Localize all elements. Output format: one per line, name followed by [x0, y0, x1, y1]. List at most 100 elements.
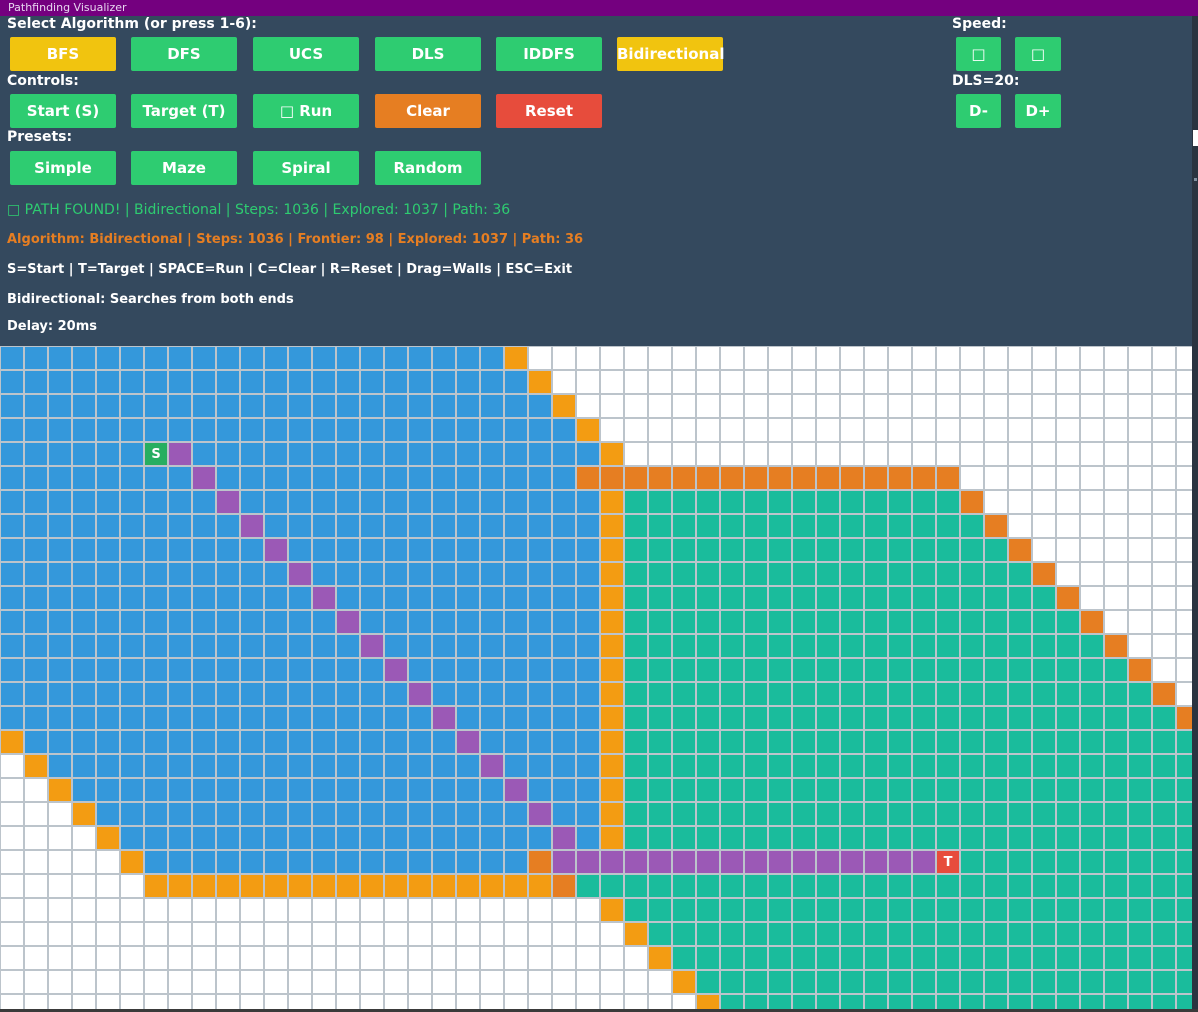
grid-cell-explored-start[interactable]	[265, 635, 287, 657]
grid-cell-explored-target[interactable]	[1129, 971, 1151, 993]
grid-cell-explored-target[interactable]	[1081, 971, 1103, 993]
grid-cell-explored-target[interactable]	[1105, 875, 1127, 897]
grid-cell-explored-target[interactable]	[697, 707, 719, 729]
grid-cell-explored-target[interactable]	[961, 635, 983, 657]
grid-cell-frontier-start[interactable]	[385, 875, 407, 897]
grid-cell-explored-target[interactable]	[865, 899, 887, 921]
grid-cell-explored-start[interactable]	[97, 539, 119, 561]
grid-cell-explored-start[interactable]	[73, 731, 95, 753]
grid-cell-explored-target[interactable]	[889, 875, 911, 897]
grid-cell-explored-target[interactable]	[865, 731, 887, 753]
grid-cell-empty[interactable]	[289, 995, 311, 1010]
grid-cell-explored-start[interactable]	[529, 707, 551, 729]
grid-cell-path[interactable]	[385, 659, 407, 681]
grid-cell-explored-start[interactable]	[289, 515, 311, 537]
grid-cell-empty[interactable]	[529, 947, 551, 969]
grid-cell-explored-target[interactable]	[793, 827, 815, 849]
grid-cell-explored-target[interactable]	[937, 827, 959, 849]
grid-cell-empty[interactable]	[1177, 539, 1192, 561]
grid-cell-explored-start[interactable]	[361, 851, 383, 873]
grid-cell-explored-start[interactable]	[433, 539, 455, 561]
grid-cell-explored-start[interactable]	[25, 467, 47, 489]
grid-cell-explored-start[interactable]	[385, 491, 407, 513]
grid-cell-explored-target[interactable]	[745, 611, 767, 633]
grid-cell-empty[interactable]	[409, 947, 431, 969]
grid-cell-explored-start[interactable]	[241, 683, 263, 705]
grid-cell-path[interactable]	[793, 851, 815, 873]
grid-cell-empty[interactable]	[241, 947, 263, 969]
grid-cell-empty[interactable]	[1105, 467, 1127, 489]
grid-cell-explored-target[interactable]	[625, 563, 647, 585]
grid-cell-empty[interactable]	[1057, 419, 1079, 441]
grid-cell-explored-target[interactable]	[769, 587, 791, 609]
grid-cell-explored-start[interactable]	[169, 755, 191, 777]
grid-cell-empty[interactable]	[1081, 467, 1103, 489]
grid-cell-explored-start[interactable]	[361, 419, 383, 441]
grid-cell-empty[interactable]	[529, 971, 551, 993]
grid-cell-explored-start[interactable]	[121, 467, 143, 489]
grid-cell-explored-start[interactable]	[49, 635, 71, 657]
grid-cell-empty[interactable]	[49, 851, 71, 873]
grid-cell-empty[interactable]	[25, 899, 47, 921]
grid-cell-frontier-start[interactable]	[697, 995, 719, 1010]
dls-increase-button[interactable]: D+	[1015, 94, 1061, 128]
grid-cell-explored-target[interactable]	[985, 899, 1007, 921]
grid-cell-explored-target[interactable]	[745, 635, 767, 657]
grid-cell-empty[interactable]	[1153, 419, 1175, 441]
grid-cell-empty[interactable]	[1177, 563, 1192, 585]
grid-cell-empty[interactable]	[1009, 395, 1031, 417]
grid-cell-empty[interactable]	[961, 419, 983, 441]
grid-cell-explored-target[interactable]	[1009, 635, 1031, 657]
grid-cell-empty[interactable]	[97, 851, 119, 873]
grid-cell-explored-start[interactable]	[97, 731, 119, 753]
grid-cell-explored-start[interactable]	[361, 443, 383, 465]
grid-cell-explored-start[interactable]	[313, 515, 335, 537]
grid-cell-explored-target[interactable]	[841, 827, 863, 849]
grid-cell-explored-start[interactable]	[337, 347, 359, 369]
grid-cell-explored-target[interactable]	[721, 899, 743, 921]
grid-cell-explored-start[interactable]	[145, 371, 167, 393]
grid-cell-explored-target[interactable]	[817, 971, 839, 993]
grid-cell-explored-target[interactable]	[841, 731, 863, 753]
grid-cell-empty[interactable]	[793, 395, 815, 417]
grid-cell-explored-start[interactable]	[217, 467, 239, 489]
grid-cell-explored-target[interactable]	[985, 539, 1007, 561]
grid-cell-explored-target[interactable]	[985, 851, 1007, 873]
grid-cell-empty[interactable]	[1129, 395, 1151, 417]
grid-cell-empty[interactable]	[745, 347, 767, 369]
grid-cell-explored-start[interactable]	[337, 515, 359, 537]
grid-cell-explored-start[interactable]	[481, 443, 503, 465]
grid-cell-frontier-target[interactable]	[841, 467, 863, 489]
grid-cell-explored-start[interactable]	[73, 515, 95, 537]
grid-cell-empty[interactable]	[1153, 491, 1175, 513]
grid-cell-explored-start[interactable]	[361, 803, 383, 825]
grid-cell-explored-start[interactable]	[217, 611, 239, 633]
grid-cell-explored-target[interactable]	[937, 779, 959, 801]
grid-cell-empty[interactable]	[121, 971, 143, 993]
grid-cell-empty[interactable]	[1009, 467, 1031, 489]
grid-cell-frontier-start[interactable]	[505, 875, 527, 897]
grid-cell-explored-start[interactable]	[577, 443, 599, 465]
grid-cell-explored-start[interactable]	[169, 371, 191, 393]
grid-cell-empty[interactable]	[433, 947, 455, 969]
grid-cell-explored-target[interactable]	[913, 659, 935, 681]
grid-cell-explored-target[interactable]	[1081, 683, 1103, 705]
grid-cell-explored-start[interactable]	[409, 443, 431, 465]
grid-cell-explored-target[interactable]	[649, 683, 671, 705]
grid-cell-explored-start[interactable]	[145, 707, 167, 729]
grid-cell-explored-start[interactable]	[25, 731, 47, 753]
grid-cell-explored-target[interactable]	[721, 947, 743, 969]
grid-cell-explored-start[interactable]	[49, 515, 71, 537]
grid-cell-explored-target[interactable]	[937, 491, 959, 513]
grid-cell-explored-start[interactable]	[193, 827, 215, 849]
grid-cell-empty[interactable]	[721, 371, 743, 393]
grid-cell-explored-start[interactable]	[1, 467, 23, 489]
grid-cell-empty[interactable]	[1081, 515, 1103, 537]
grid-cell-empty[interactable]	[337, 899, 359, 921]
grid-cell-explored-start[interactable]	[505, 539, 527, 561]
grid-cell-empty[interactable]	[505, 995, 527, 1010]
grid-cell-explored-target[interactable]	[625, 491, 647, 513]
grid-cell-empty[interactable]	[649, 995, 671, 1010]
grid-cell-explored-start[interactable]	[313, 683, 335, 705]
grid-cell-explored-target[interactable]	[1081, 827, 1103, 849]
